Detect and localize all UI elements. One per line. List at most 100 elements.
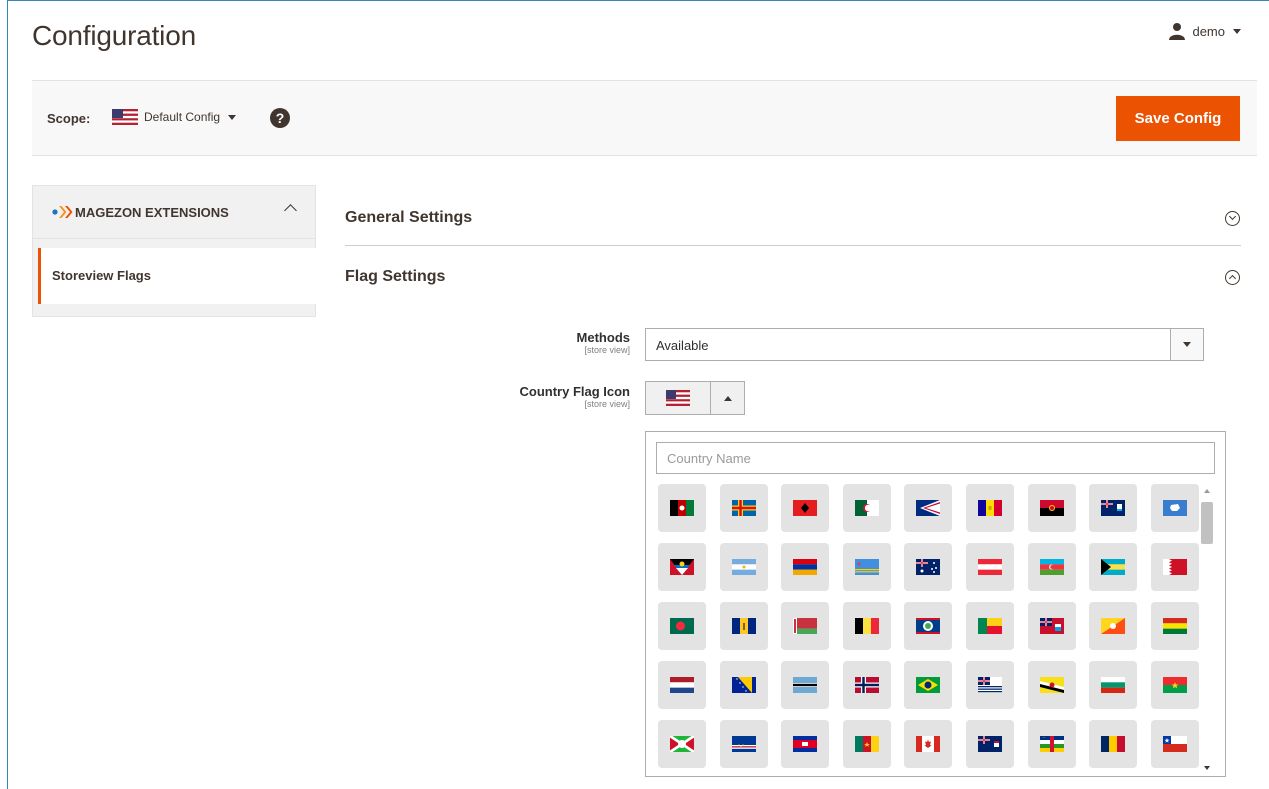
scroll-thumb[interactable] (1201, 502, 1213, 544)
benin-flag-icon (978, 618, 1002, 634)
section-title: Flag Settings (345, 268, 446, 285)
flag-option-australia[interactable] (904, 543, 953, 591)
flag-option-brazil[interactable] (904, 661, 953, 709)
flag-option-aland[interactable] (719, 484, 768, 532)
flag-option-belarus[interactable] (781, 602, 830, 650)
us-flag-icon (112, 109, 138, 125)
brazil-flag-icon (916, 677, 941, 693)
flag-option-bermuda[interactable] (1027, 602, 1076, 650)
flag-option-argentina[interactable] (719, 543, 768, 591)
country-search-input[interactable] (656, 442, 1215, 474)
flag-option-car[interactable] (1027, 720, 1076, 768)
flag-option-antarctica[interactable] (1150, 484, 1199, 532)
chevron-down-icon (1233, 28, 1241, 34)
section-general-settings[interactable]: General Settings (345, 188, 1241, 246)
sidebar-item-storeview-flags[interactable]: Storeview Flags (38, 248, 317, 304)
bulgaria-flag-icon (1101, 677, 1126, 693)
flag-icon-label-text: Country Flag Icon (519, 384, 631, 399)
chevron-up-icon (711, 382, 744, 414)
afghanistan-flag-icon (670, 500, 694, 516)
flag-icon-picker[interactable] (645, 381, 745, 415)
flag-option-biot[interactable] (966, 661, 1014, 709)
algeria-flag-icon (854, 500, 879, 516)
flag-option-bahamas[interactable] (1089, 543, 1138, 591)
flag-option-bahrain[interactable] (1150, 543, 1199, 591)
brunei-flag-icon (1039, 677, 1064, 693)
flag-option-bouvet[interactable] (842, 661, 891, 709)
flag-option-austria[interactable] (966, 543, 1014, 591)
flag-option-algeria[interactable] (842, 484, 891, 532)
help-icon[interactable]: ? (270, 108, 290, 128)
australia-flag-icon (916, 559, 941, 575)
bolivia-flag-icon (1162, 618, 1187, 634)
chile-flag-icon (1162, 736, 1187, 752)
cameroon-flag-icon (854, 736, 879, 752)
flag-option-benin[interactable] (966, 602, 1014, 650)
flag-option-brunei[interactable] (1027, 661, 1076, 709)
config-sidebar: MAGEZON EXTENSIONS Storeview Flags (32, 185, 317, 317)
methods-select[interactable]: Available (645, 328, 1204, 361)
aland-flag-icon (731, 500, 756, 516)
flag-option-angola[interactable] (1027, 484, 1076, 532)
flag-option-bhutan[interactable] (1089, 602, 1138, 650)
flag-option-armenia[interactable] (781, 543, 830, 591)
andorra-flag-icon (978, 500, 1002, 516)
flag-option-barbados[interactable] (719, 602, 768, 650)
flag-option-anguilla[interactable] (1089, 484, 1138, 532)
section-flag-settings[interactable]: Flag Settings (345, 247, 1241, 305)
scope-value: Default Config (144, 110, 221, 124)
methods-value: Available (656, 338, 709, 353)
window-border-top (7, 0, 1269, 1)
flag-option-bulgaria[interactable] (1089, 661, 1138, 709)
bahrain-flag-icon (1162, 559, 1187, 575)
flag-option-antigua[interactable] (658, 543, 706, 591)
cambodia-flag-icon (793, 736, 818, 752)
flag-option-cambodia[interactable] (781, 720, 830, 768)
bermuda-flag-icon (1039, 618, 1064, 634)
flag-option-bolivia[interactable] (1150, 602, 1199, 650)
austria-flag-icon (978, 559, 1002, 575)
flag-option-chile[interactable] (1150, 720, 1199, 768)
flag-option-bonaire[interactable] (658, 661, 706, 709)
save-config-button[interactable]: Save Config (1116, 96, 1240, 141)
flag-option-burundi[interactable] (658, 720, 706, 768)
flag-option-albania[interactable] (781, 484, 830, 532)
cayman-flag-icon (978, 736, 1002, 752)
flag-option-botswana[interactable] (781, 661, 830, 709)
flag-option-cayman[interactable] (966, 720, 1014, 768)
page-title: Configuration (32, 20, 196, 51)
flag-option-canada[interactable] (904, 720, 953, 768)
flag-grid-scrollbar[interactable] (1200, 484, 1215, 774)
flag-option-cabo-verde[interactable] (719, 720, 768, 768)
flag-dropdown (645, 431, 1226, 777)
flag-option-belize[interactable] (904, 602, 953, 650)
section-title: General Settings (345, 209, 473, 226)
scope-label: Scope: (47, 111, 91, 126)
car-flag-icon (1039, 736, 1064, 752)
chevron-up-icon (284, 204, 297, 217)
methods-label: Methods [store view] (430, 331, 630, 356)
magezon-logo-icon (52, 206, 73, 218)
flag-option-aruba[interactable] (842, 543, 891, 591)
flag-icon-scope: [store view] (584, 399, 630, 409)
angola-flag-icon (1039, 500, 1064, 516)
flag-option-afghanistan[interactable] (658, 484, 706, 532)
scope-switcher[interactable]: Default Config (112, 109, 237, 125)
flag-option-andorra[interactable] (966, 484, 1014, 532)
antigua-flag-icon (670, 559, 694, 575)
flag-option-burkina-faso[interactable] (1150, 661, 1199, 709)
sidebar-section-magezon[interactable]: MAGEZON EXTENSIONS (33, 186, 315, 239)
flag-option-belgium[interactable] (842, 602, 891, 650)
flag-option-azerbaijan[interactable] (1027, 543, 1076, 591)
flag-option-chad[interactable] (1089, 720, 1138, 768)
flag-option-bosnia[interactable] (719, 661, 768, 709)
flag-option-cameroon[interactable] (842, 720, 891, 768)
flag-option-american-samoa[interactable] (904, 484, 953, 532)
us-flag-icon (666, 390, 690, 406)
methods-scope: [store view] (584, 345, 630, 355)
azerbaijan-flag-icon (1039, 559, 1064, 575)
american-samoa-flag-icon (916, 500, 941, 516)
user-account-menu[interactable]: demo (1168, 22, 1241, 40)
flag-option-bangladesh[interactable] (658, 602, 706, 650)
biot-flag-icon (978, 677, 1002, 693)
